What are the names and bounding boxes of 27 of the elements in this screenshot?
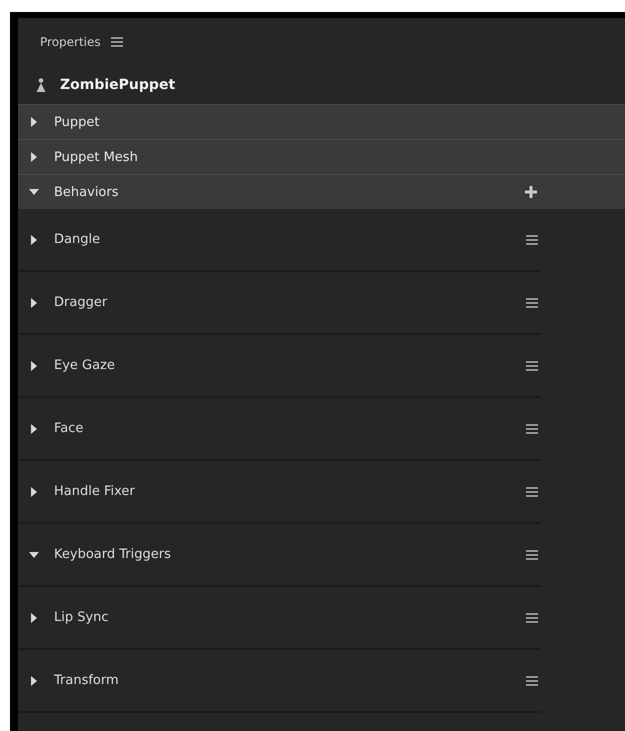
section-header[interactable]: Puppet bbox=[18, 104, 625, 139]
behavior-label[interactable]: Transform bbox=[54, 673, 119, 688]
section-label: Puppet bbox=[54, 114, 100, 130]
section-header[interactable]: Puppet Mesh bbox=[18, 139, 625, 174]
person-icon bbox=[36, 78, 46, 92]
behavior-label[interactable]: Lip Sync bbox=[54, 610, 109, 625]
menu-icon[interactable] bbox=[526, 486, 538, 496]
add-icon[interactable] bbox=[524, 185, 538, 199]
object-name: ZombiePuppet bbox=[60, 77, 176, 93]
behavior-label[interactable]: Dragger bbox=[54, 295, 108, 310]
behavior-label[interactable]: Keyboard Triggers bbox=[54, 547, 171, 562]
menu-icon[interactable] bbox=[110, 37, 123, 47]
menu-icon[interactable] bbox=[526, 298, 538, 308]
menu-icon[interactable] bbox=[526, 424, 538, 434]
menu-icon[interactable] bbox=[526, 234, 538, 244]
menu-icon[interactable] bbox=[526, 612, 538, 622]
behavior-label[interactable]: Handle Fixer bbox=[54, 484, 135, 499]
section-label: Puppet Mesh bbox=[54, 150, 138, 164]
panel-title: Properties bbox=[40, 35, 101, 49]
section-label: Behaviors bbox=[54, 184, 118, 200]
section-header[interactable]: Behaviors bbox=[18, 174, 625, 209]
behavior-label[interactable]: Eye Gaze bbox=[54, 358, 115, 373]
behavior-label[interactable]: Face bbox=[54, 421, 84, 436]
menu-icon[interactable] bbox=[526, 676, 538, 686]
behavior-label[interactable]: Dangle bbox=[54, 232, 100, 247]
menu-icon[interactable] bbox=[526, 550, 538, 560]
menu-icon[interactable] bbox=[526, 360, 538, 370]
